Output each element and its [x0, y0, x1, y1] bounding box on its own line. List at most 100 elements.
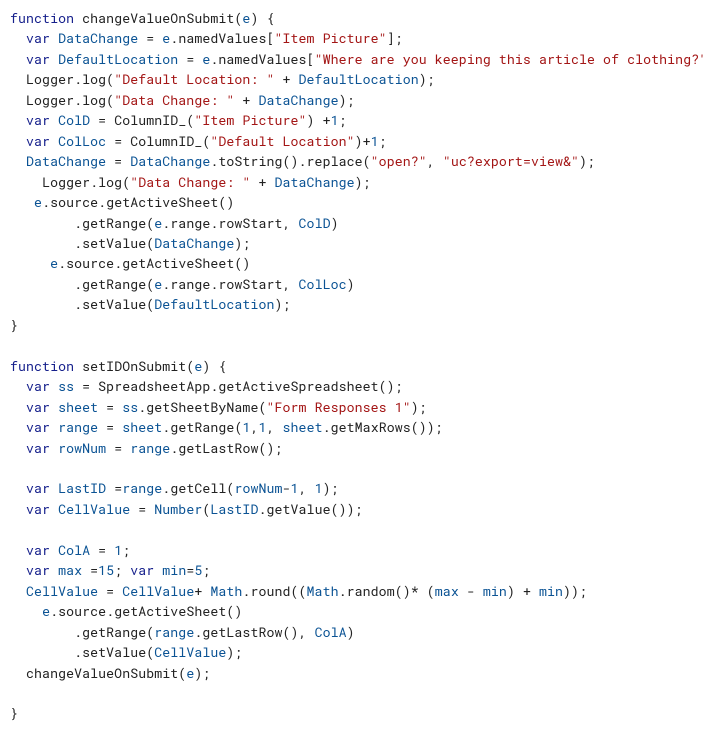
var-sheet: sheet [58, 398, 98, 416]
number-1: 1 [291, 479, 299, 497]
call-getActiveSheet: getActiveSheet [114, 602, 226, 620]
ref-range: range [154, 623, 194, 641]
number-5: 5 [194, 561, 202, 579]
ref-sheet: sheet [283, 418, 323, 436]
code-block: function changeValueOnSubmit(e) { var Da… [0, 0, 703, 738]
ref-CellValue: CellValue [122, 582, 194, 600]
number-1: 1 [371, 132, 379, 150]
ref-ss: ss [122, 398, 138, 416]
var-DataChange: DataChange [58, 29, 138, 47]
string-data-change-label: "Data Change: " [114, 91, 234, 109]
keyword-var: var [26, 479, 50, 497]
call-changeValueOnSubmit: changeValueOnSubmit [26, 664, 178, 682]
fn-ColumnID: ColumnID_ [130, 132, 202, 150]
ref-ColD: ColD [299, 214, 331, 232]
keyword-var: var [26, 111, 50, 129]
keyword-var: var [26, 50, 50, 68]
prop-namedValues: namedValues [178, 29, 266, 47]
call-setValue: setValue [82, 234, 146, 252]
ref-range: range [122, 479, 162, 497]
prop-rowStart: rowStart [218, 214, 282, 232]
number-1: 1 [242, 418, 250, 436]
fn-ColumnID: ColumnID_ [114, 111, 186, 129]
prop-source: source [58, 602, 106, 620]
keyword-var: var [130, 561, 154, 579]
prop-namedValues: namedValues [218, 50, 306, 68]
call-getActiveSheet: getActiveSheet [122, 254, 234, 272]
keyword-var: var [26, 439, 50, 457]
string-keeping: "Where are you keeping this article of c… [315, 50, 703, 68]
ref-Math: Math [307, 582, 339, 600]
number-1: 1 [258, 418, 266, 436]
call-random: random [347, 582, 395, 600]
param-e: e [194, 357, 202, 375]
prop-source: source [50, 193, 98, 211]
ref-DefaultLocation: DefaultLocation [299, 70, 419, 88]
number-15: 15 [98, 561, 114, 579]
ref-e: e [34, 193, 42, 211]
var-DefaultLocation: DefaultLocation [58, 50, 178, 68]
var-min: min [162, 561, 186, 579]
string-ucexport: "uc?export=view&" [443, 152, 579, 170]
ref-CellValue: CellValue [154, 643, 226, 661]
prop-range: range [170, 214, 210, 232]
var-ColD: ColD [58, 111, 90, 129]
keyword-var: var [26, 561, 50, 579]
ref-ColLoc: ColLoc [299, 275, 347, 293]
ref-DefaultLocation: DefaultLocation [154, 295, 274, 313]
string-default-location: "Default Location" [210, 132, 354, 150]
call-getMaxRows: getMaxRows [331, 418, 411, 436]
call-getValue: getValue [266, 500, 330, 518]
param-e: e [242, 9, 250, 27]
call-getActiveSpreadsheet: getActiveSpreadsheet [218, 377, 378, 395]
ref-Number: Number [154, 500, 202, 518]
ref-e: e [202, 50, 210, 68]
call-logger-log: Logger.log [26, 70, 106, 88]
call-round: round [250, 582, 290, 600]
call-getCell: getCell [170, 479, 226, 497]
ref-DataChange: DataChange [258, 91, 338, 109]
call-getRange: getRange [82, 275, 146, 293]
call-setValue: setValue [82, 643, 146, 661]
number-1: 1 [315, 479, 323, 497]
ref-LastID: LastID [210, 500, 258, 518]
call-logger-log: Logger.log [42, 173, 122, 191]
string-item-picture: "Item Picture" [274, 29, 386, 47]
number-1: 1 [114, 541, 122, 559]
call-toString: toString [218, 152, 282, 170]
ref-e: e [154, 214, 162, 232]
ref-ColA: ColA [315, 623, 347, 641]
var-rowNum: rowNum [58, 439, 106, 457]
ref-e: e [154, 275, 162, 293]
keyword-function: function [10, 9, 74, 27]
keyword-var: var [26, 541, 50, 559]
ref-DataChange: DataChange [130, 152, 210, 170]
call-getLastRow: getLastRow [178, 439, 258, 457]
keyword-var: var [26, 377, 50, 395]
keyword-var: var [26, 29, 50, 47]
call-getRange: getRange [170, 418, 234, 436]
string-item-picture: "Item Picture" [194, 111, 306, 129]
var-ColLoc: ColLoc [58, 132, 106, 150]
call-replace: replace [307, 152, 363, 170]
prop-range: range [170, 275, 210, 293]
call-getLastRow: getLastRow [202, 623, 282, 641]
ref-DataChange: DataChange [154, 234, 234, 252]
var-ss: ss [58, 377, 74, 395]
call-getActiveSheet: getActiveSheet [106, 193, 218, 211]
ref-e: e [42, 602, 50, 620]
ref-DataChange: DataChange [26, 152, 106, 170]
ref-SpreadsheetApp: SpreadsheetApp [98, 377, 210, 395]
var-range: range [58, 418, 98, 436]
var-LastID: LastID [58, 479, 106, 497]
ref-Math: Math [210, 582, 242, 600]
ref-e: e [162, 29, 170, 47]
call-getRange: getRange [82, 623, 146, 641]
string-open: "open?" [371, 152, 427, 170]
keyword-var: var [26, 500, 50, 518]
ref-max: max [435, 582, 459, 600]
call-logger-log: Logger.log [26, 91, 106, 109]
ref-range: range [130, 439, 170, 457]
ref-min: min [539, 582, 563, 600]
var-CellValue: CellValue [58, 500, 130, 518]
